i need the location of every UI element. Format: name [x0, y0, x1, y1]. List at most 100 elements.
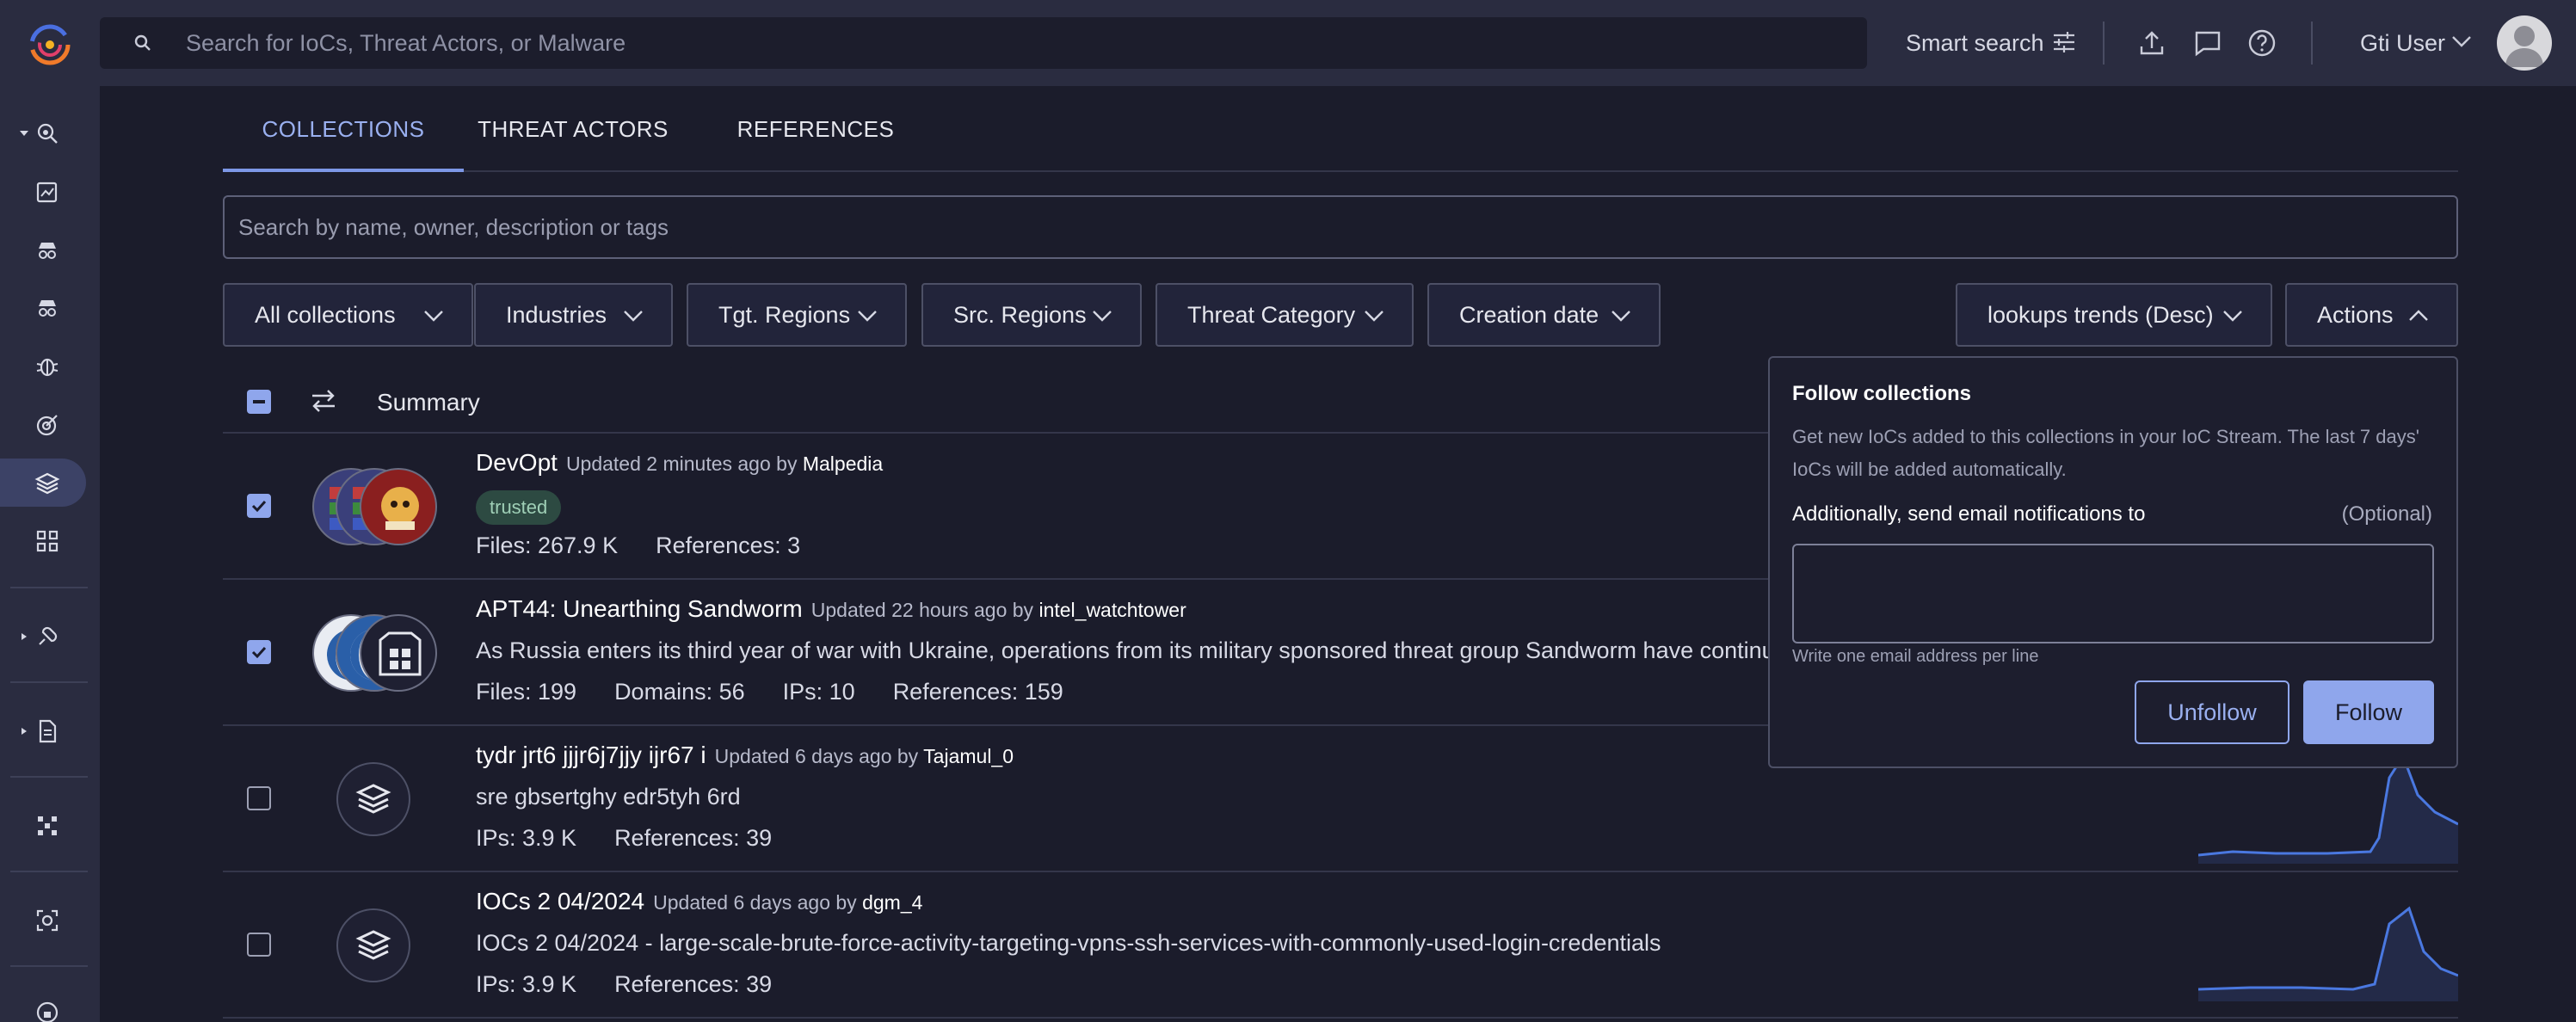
- row-checkbox[interactable]: [247, 933, 271, 957]
- tab-bar: COLLECTIONS THREAT ACTORS REFERENCES: [223, 95, 2458, 172]
- collection-title[interactable]: APT44: Unearthing Sandworm: [476, 595, 803, 622]
- email-field-hint: Write one email address per line: [1792, 647, 2039, 666]
- sidebar-item-reports-docs[interactable]: [0, 706, 100, 754]
- sidebar-item-lock[interactable]: [0, 988, 100, 1022]
- stat-ips: IPs: 3.9 K: [476, 825, 577, 851]
- collection-title-line: tydr jrt6 jjjr6j7jjy ijr67 i Updated 6 da…: [476, 740, 1014, 772]
- collection-title-line: DevOpt Updated 2 minutes ago by Malpedia: [476, 447, 883, 479]
- filter-source-regions[interactable]: Src. Regions: [921, 283, 1142, 347]
- app-logo-icon[interactable]: [26, 19, 74, 67]
- smart-search-label[interactable]: Smart search: [1906, 26, 2044, 60]
- hunting-icon: [39, 626, 58, 645]
- owner-link[interactable]: Malpedia: [803, 453, 883, 475]
- malware-icon: [36, 358, 59, 377]
- scan-icon: [36, 909, 59, 932]
- row-checkbox[interactable]: [247, 494, 271, 518]
- sidebar-item-targets[interactable]: [0, 400, 100, 448]
- tab-threat-actors[interactable]: THREAT ACTORS: [464, 95, 682, 172]
- collection-thumbnail: [360, 614, 437, 692]
- collection-title[interactable]: tydr jrt6 jjjr6j7jjy ijr67 i: [476, 742, 706, 768]
- threat-actor-icon: [39, 243, 56, 259]
- table-row[interactable]: IOCs 2 04/2024 Updated 6 days ago by dgm_…: [223, 872, 2458, 1019]
- chevron-down-icon: [1365, 311, 1384, 322]
- filter-label: Src. Regions: [953, 302, 1087, 328]
- stat-references: References: 39: [614, 971, 773, 997]
- sidebar-item-ioc-investigation[interactable]: [0, 108, 100, 157]
- follow-collections-panel: Follow collections Get new IoCs added to…: [1768, 356, 2458, 768]
- upload-icon[interactable]: [2136, 28, 2167, 58]
- unfollow-button[interactable]: Unfollow: [2135, 680, 2289, 744]
- chevron-down-icon: [858, 311, 877, 322]
- stat-files: Files: 199: [476, 679, 577, 705]
- search-icon: [134, 34, 151, 51]
- filter-all-collections[interactable]: All collections: [223, 283, 473, 347]
- filter-threat-category[interactable]: Threat Category: [1156, 283, 1414, 347]
- row-checkbox[interactable]: [247, 786, 271, 810]
- apps-icon: [36, 530, 59, 552]
- filter-label: Creation date: [1459, 302, 1599, 328]
- tab-references[interactable]: REFERENCES: [725, 95, 906, 172]
- tab-collections[interactable]: COLLECTIONS: [223, 95, 464, 172]
- help-icon[interactable]: [2246, 28, 2277, 58]
- sidebar-divider: [10, 587, 88, 588]
- sidebar-item-campaigns[interactable]: [0, 283, 100, 331]
- collection-description: IOCs 2 04/2024 - large-scale-brute-force…: [476, 930, 1661, 956]
- global-search-box[interactable]: [100, 17, 1867, 69]
- follow-button[interactable]: Follow: [2303, 680, 2434, 744]
- row-checkbox[interactable]: [247, 640, 271, 664]
- sidebar-item-reports[interactable]: [0, 167, 100, 215]
- filter-label: Tgt. Regions: [718, 302, 851, 328]
- sidebar-item-threat-actors[interactable]: [0, 225, 100, 274]
- collections-icon: [355, 930, 391, 960]
- sidebar-item-graph[interactable]: [0, 801, 100, 849]
- lookups-sparkline: [2198, 906, 2458, 1001]
- graph-icon: [38, 816, 57, 835]
- toolbar-divider: [2311, 22, 2313, 65]
- sidebar-item-apps[interactable]: [0, 516, 100, 564]
- sort-dropdown[interactable]: lookups trends (Desc): [1956, 283, 2272, 347]
- collection-title[interactable]: DevOpt: [476, 449, 558, 476]
- global-search-input[interactable]: [186, 17, 1821, 69]
- filter-target-regions[interactable]: Tgt. Regions: [687, 283, 907, 347]
- select-all-checkbox[interactable]: [247, 390, 271, 414]
- chevron-down-icon[interactable]: [2450, 33, 2473, 50]
- actions-button[interactable]: Actions: [2285, 283, 2458, 347]
- summary-column-header[interactable]: Summary: [377, 387, 480, 418]
- filter-creation-date[interactable]: Creation date: [1427, 283, 1661, 347]
- collection-title[interactable]: IOCs 2 04/2024: [476, 888, 644, 914]
- sidebar-item-hunting[interactable]: [0, 612, 100, 660]
- campaign-target-icon: [36, 415, 58, 436]
- stat-references: References: 3: [656, 533, 801, 558]
- sidebar-item-malware[interactable]: [0, 342, 100, 390]
- lookups-sparkline: [2198, 753, 2458, 864]
- chevron-down-icon: [2223, 311, 2242, 322]
- collections-icon: [355, 784, 391, 814]
- filter-label: Industries: [506, 302, 607, 328]
- owner-link[interactable]: intel_watchtower: [1038, 599, 1186, 621]
- avatar[interactable]: [2497, 15, 2552, 71]
- email-addresses-field[interactable]: [1792, 544, 2434, 643]
- chat-icon[interactable]: [2192, 28, 2223, 58]
- collection-description: sre gbsertghy edr5tyh 6rd: [476, 784, 741, 810]
- owner-link[interactable]: dgm_4: [862, 891, 922, 914]
- stat-ips: IPs: 3.9 K: [476, 971, 577, 997]
- owner-link[interactable]: Tajamul_0: [923, 745, 1014, 767]
- stat-references: References: 39: [614, 825, 773, 851]
- stat-ips: IPs: 10: [782, 679, 855, 705]
- swap-icon[interactable]: [309, 387, 338, 415]
- top-bar: Smart search Gti User: [0, 0, 2576, 86]
- collection-search-input[interactable]: [225, 197, 2456, 257]
- sidebar-item-scan[interactable]: [0, 896, 100, 944]
- collection-search-box[interactable]: [223, 195, 2458, 259]
- user-menu-name[interactable]: Gti User: [2360, 26, 2445, 60]
- sidebar-divider: [10, 871, 88, 872]
- sort-label: lookups trends (Desc): [1987, 302, 2214, 328]
- sidebar-item-collections[interactable]: [0, 459, 86, 507]
- panel-title: Follow collections: [1792, 382, 1972, 405]
- collection-stats: Files: 267.9 K References: 3: [476, 530, 838, 561]
- filter-industries[interactable]: Industries: [474, 283, 673, 347]
- collection-stats: IPs: 3.9 K References: 39: [476, 822, 810, 853]
- report-icon: [36, 182, 58, 203]
- collection-title-line: APT44: Unearthing Sandworm Updated 22 hou…: [476, 594, 1186, 625]
- tune-icon[interactable]: [2051, 29, 2077, 55]
